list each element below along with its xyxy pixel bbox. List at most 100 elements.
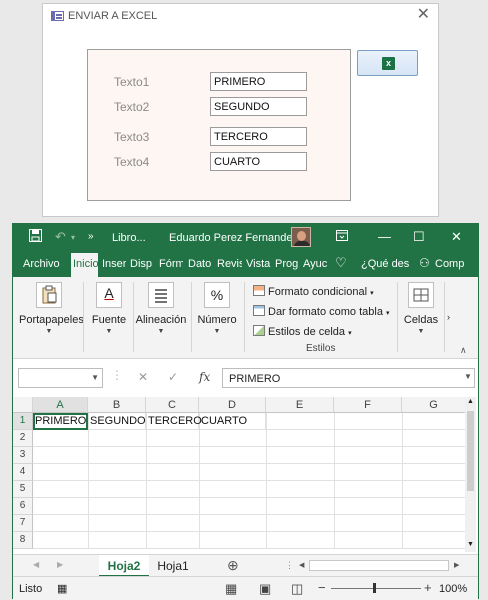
scroll-right-icon[interactable]: ▶: [454, 561, 459, 569]
add-sheet-icon[interactable]: ⊕: [227, 557, 239, 574]
row-header[interactable]: 6: [13, 498, 33, 515]
export-to-excel-button[interactable]: x: [357, 50, 418, 76]
chevron-right-icon[interactable]: ›: [447, 312, 450, 322]
tab-formulas[interactable]: Fórm: [159, 258, 183, 270]
conditional-format-icon: [253, 285, 265, 296]
column-header[interactable]: B: [88, 397, 146, 413]
chevron-down-icon: ▾: [348, 330, 352, 337]
page-break-icon[interactable]: ◫: [291, 581, 303, 597]
tab-disposicion[interactable]: Disp: [130, 258, 154, 270]
cancel-icon[interactable]: ✕: [138, 370, 148, 384]
name-box[interactable]: ▼: [18, 368, 103, 388]
save-icon[interactable]: [29, 229, 42, 245]
tab-ayuda[interactable]: Ayuc: [303, 258, 327, 270]
tab-insertar[interactable]: Inser: [102, 258, 126, 270]
horizontal-scrollbar[interactable]: [309, 560, 449, 571]
texto1-field[interactable]: PRIMERO: [210, 72, 307, 91]
expand-formula-icon[interactable]: ▼: [464, 372, 472, 381]
zoom-in-icon[interactable]: +: [424, 580, 432, 595]
cell-d1[interactable]: CUARTO: [199, 413, 266, 430]
formato-condicional-button[interactable]: Formato condicional ▾: [253, 285, 374, 298]
styles-item-label: Estilos de celda: [268, 326, 346, 338]
tab-revisar[interactable]: Revis: [217, 258, 242, 270]
align-icon: [148, 282, 174, 308]
portapapeles-button[interactable]: Portapapeles ▼: [19, 282, 84, 335]
texto2-field[interactable]: SEGUNDO: [210, 97, 307, 116]
formula-input[interactable]: PRIMERO: [222, 368, 475, 388]
tab-split-icon[interactable]: ⋮: [285, 560, 294, 571]
column-header[interactable]: E: [266, 397, 334, 413]
row-header[interactable]: 3: [13, 447, 33, 464]
ribbon-tabs: Archivo Inicio Inser Disp Fórm Dato Revi…: [13, 250, 478, 277]
fuente-button[interactable]: A Fuente ▼: [88, 282, 130, 335]
lightbulb-icon[interactable]: ♡: [335, 255, 347, 271]
sheet-tab-hoja2[interactable]: Hoja2: [99, 555, 149, 577]
ribbon-display-icon[interactable]: [336, 229, 348, 244]
page-layout-icon[interactable]: ▣: [259, 581, 271, 597]
tab-vista[interactable]: Vista: [246, 258, 271, 270]
zoom-slider[interactable]: [331, 588, 421, 589]
row-header[interactable]: 8: [13, 532, 33, 549]
collapse-ribbon-icon[interactable]: ∧: [460, 345, 467, 356]
tab-compartir[interactable]: Comp: [435, 258, 469, 270]
close-icon[interactable]: ✕: [417, 7, 430, 23]
estilos-celda-button[interactable]: Estilos de celda ▾: [253, 325, 352, 338]
tab-archivo[interactable]: Archivo: [23, 258, 60, 270]
scroll-up-icon[interactable]: ▲: [467, 398, 474, 405]
zoom-level[interactable]: 100%: [439, 583, 467, 595]
cell-c1[interactable]: TERCERO: [146, 413, 202, 430]
celdas-button[interactable]: Celdas ▼: [401, 282, 441, 335]
gridline: [199, 413, 200, 549]
sheet-tab-hoja1[interactable]: Hoja1: [151, 555, 195, 577]
column-header[interactable]: A: [33, 397, 88, 413]
undo-dropdown-icon[interactable]: ▾: [71, 233, 75, 242]
row-header[interactable]: 1: [13, 413, 33, 430]
cell-a1[interactable]: PRIMERO: [33, 413, 88, 430]
enter-icon[interactable]: ✓: [168, 370, 178, 384]
close-icon[interactable]: ✕: [451, 229, 462, 245]
excel-window: ↶ ▾ » Libro... Eduardo Perez Fernandez —…: [12, 223, 479, 600]
vertical-scrollbar[interactable]: ▲ ▼: [465, 397, 476, 552]
number-symbol: %: [210, 287, 224, 303]
maximize-icon[interactable]: ☐: [413, 229, 425, 245]
access-form-window: ENVIAR A EXCEL ✕ Texto1 PRIMERO Texto2 S…: [42, 3, 439, 217]
select-all-corner[interactable]: [13, 397, 33, 413]
row-header[interactable]: 4: [13, 464, 33, 481]
undo-icon[interactable]: ↶: [55, 229, 66, 245]
column-header[interactable]: F: [334, 397, 402, 413]
tab-datos[interactable]: Dato: [188, 258, 212, 270]
insert-function-icon[interactable]: fx: [199, 370, 210, 384]
tab-inicio[interactable]: Inicio: [71, 253, 98, 277]
texto3-field[interactable]: TERCERO: [210, 127, 307, 146]
alineacion-button[interactable]: Alineación ▼: [135, 282, 187, 335]
scroll-down-icon[interactable]: ▼: [467, 541, 474, 548]
texto4-field[interactable]: CUARTO: [210, 152, 307, 171]
share-user-icon[interactable]: ⚇: [419, 256, 430, 270]
numero-button[interactable]: % Número ▼: [195, 282, 239, 335]
minimize-icon[interactable]: —: [378, 229, 391, 244]
avatar[interactable]: [291, 227, 311, 247]
cell-b1[interactable]: SEGUNDO: [88, 413, 146, 430]
sheet-tab-bar: ◀ ▶ Hoja2 Hoja1 ⊕ ⋮ ◀ ▶: [13, 554, 478, 577]
scroll-left-icon[interactable]: ◀: [299, 561, 304, 569]
row-header[interactable]: 7: [13, 515, 33, 532]
gridline: [334, 413, 335, 549]
user-name[interactable]: Eduardo Perez Fernandez: [169, 232, 298, 244]
next-sheet-icon[interactable]: ▶: [57, 560, 63, 569]
formato-tabla-button[interactable]: Dar formato como tabla ▾: [253, 305, 390, 318]
normal-view-icon[interactable]: ▦: [225, 581, 237, 597]
tab-programador[interactable]: Prog: [275, 258, 299, 270]
form-icon: [51, 11, 64, 21]
column-header[interactable]: D: [199, 397, 266, 413]
column-header[interactable]: C: [146, 397, 199, 413]
more-commands-icon[interactable]: »: [88, 231, 94, 242]
column-header[interactable]: G: [402, 397, 466, 413]
macro-record-icon[interactable]: ▦: [57, 582, 67, 595]
row-header[interactable]: 5: [13, 481, 33, 498]
tell-me-search[interactable]: ¿Qué des: [361, 258, 409, 270]
scrollbar-thumb[interactable]: [467, 411, 474, 491]
row-header[interactable]: 2: [13, 430, 33, 447]
zoom-slider-thumb[interactable]: [373, 583, 376, 593]
prev-sheet-icon[interactable]: ◀: [33, 560, 39, 569]
zoom-out-icon[interactable]: −: [318, 580, 326, 595]
